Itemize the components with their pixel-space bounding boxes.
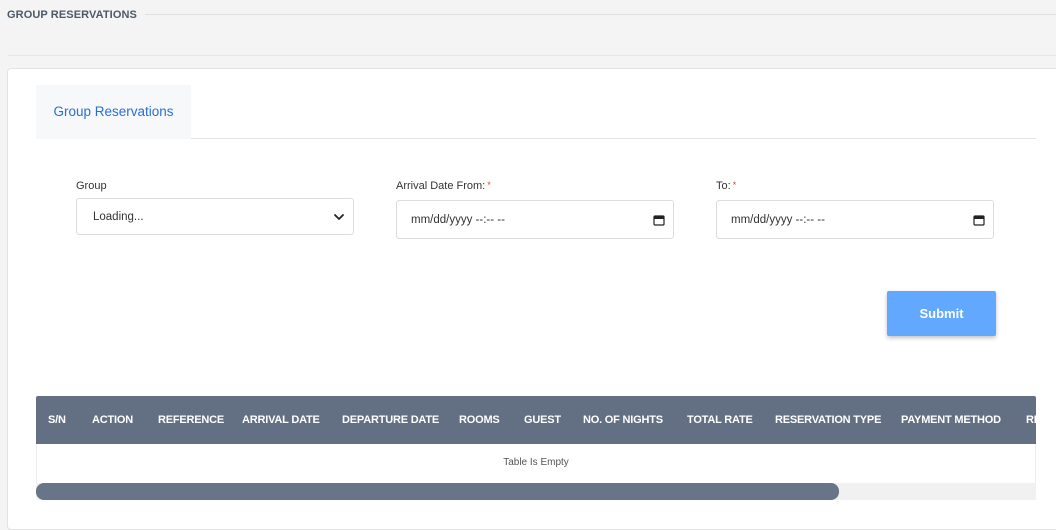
- arrival-from-value: mm/dd/yyyy --:-- --: [411, 213, 505, 226]
- group-select-value: Loading...: [93, 210, 144, 223]
- required-mark: *: [732, 180, 737, 190]
- group-label: Group: [76, 180, 107, 192]
- column-header-sn[interactable]: S/N: [48, 396, 66, 444]
- column-header-reference[interactable]: REFERENCE: [158, 396, 224, 444]
- column-header-departure-date[interactable]: DEPARTURE DATE: [342, 396, 439, 444]
- column-header-nights[interactable]: NO. OF NIGHTS: [583, 396, 663, 444]
- required-mark: *: [487, 180, 491, 190]
- column-header-arrival-date[interactable]: ARRIVAL DATE: [242, 396, 320, 444]
- to-label-text: To:: [716, 180, 731, 192]
- to-date-input[interactable]: mm/dd/yyyy --:-- --: [716, 200, 994, 239]
- arrival-from-date-input[interactable]: mm/dd/yyyy --:-- --: [396, 200, 674, 239]
- group-label-text: Group: [76, 180, 107, 192]
- calendar-icon[interactable]: [973, 214, 985, 226]
- column-header-total-rate[interactable]: TOTAL RATE: [687, 396, 753, 444]
- header-divider: [8, 55, 1056, 56]
- arrival-from-label: Arrival Date From: *: [396, 180, 491, 192]
- to-label: To: *: [716, 180, 736, 192]
- table-header: S/N ACTION REFERENCE ARRIVAL DATE DEPART…: [36, 396, 1036, 444]
- scrollbar-thumb[interactable]: [36, 483, 839, 500]
- column-header-guest[interactable]: GUEST: [524, 396, 561, 444]
- group-select[interactable]: Loading...: [76, 198, 354, 235]
- page-title: GROUP RESERVATIONS: [7, 9, 145, 21]
- header-rule: [145, 14, 1056, 15]
- arrival-from-label-text: Arrival Date From:: [396, 180, 486, 192]
- to-value: mm/dd/yyyy --:-- --: [731, 213, 825, 226]
- tab-bar: Group Reservations: [36, 85, 1036, 139]
- content-card: Group Reservations Group Loading... Arri…: [7, 68, 1056, 530]
- column-header-action[interactable]: ACTION: [92, 396, 133, 444]
- table-body: Table Is Empty: [36, 444, 1036, 483]
- column-header-rooms[interactable]: ROOMS: [459, 396, 500, 444]
- empty-state-text: Table Is Empty: [503, 457, 569, 468]
- reservations-table: S/N ACTION REFERENCE ARRIVAL DATE DEPART…: [36, 396, 1036, 500]
- submit-button[interactable]: Submit: [887, 291, 996, 336]
- calendar-icon[interactable]: [653, 214, 665, 226]
- page-header: GROUP RESERVATIONS: [0, 0, 1056, 30]
- column-header-truncated[interactable]: RE: [1026, 396, 1036, 444]
- column-header-payment-method[interactable]: PAYMENT METHOD: [901, 396, 1001, 444]
- chevron-down-icon: [334, 213, 344, 220]
- horizontal-scrollbar[interactable]: [36, 483, 1036, 500]
- column-header-reservation-type[interactable]: RESERVATION TYPE: [775, 396, 881, 444]
- tab-group-reservations[interactable]: Group Reservations: [36, 85, 191, 139]
